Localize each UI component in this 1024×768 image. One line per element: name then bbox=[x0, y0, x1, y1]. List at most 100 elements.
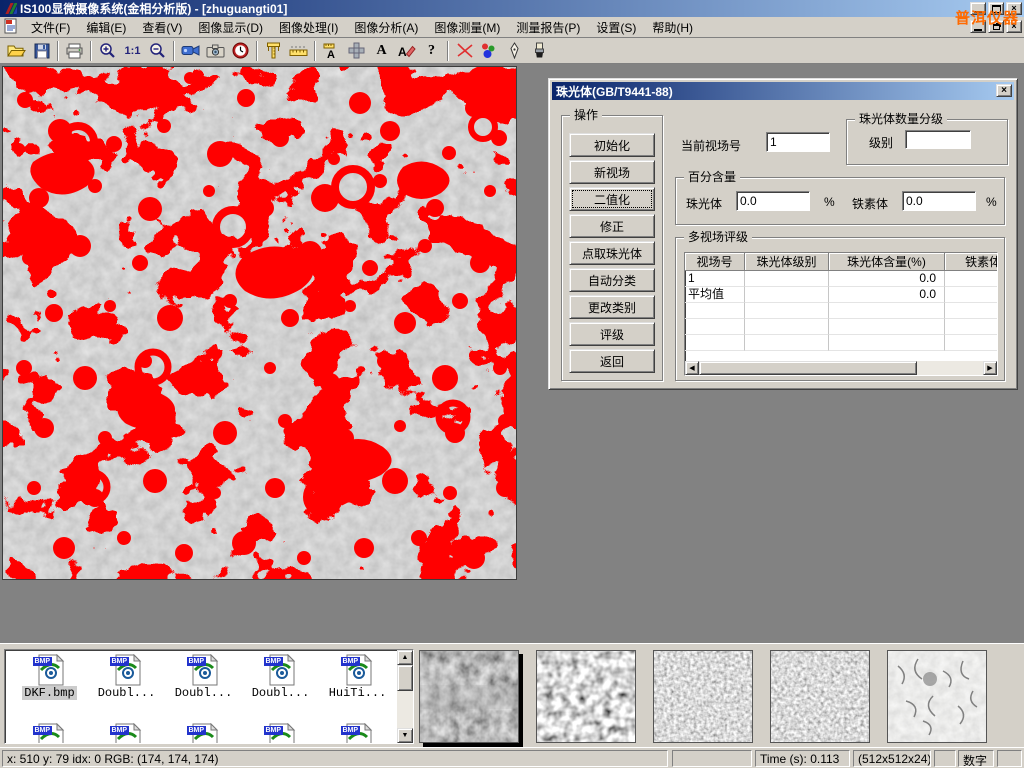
bmp-file-icon: BMP bbox=[264, 723, 298, 744]
file-name[interactable]: Doubl... bbox=[250, 686, 312, 700]
cell-field-number: 平均值 bbox=[685, 287, 745, 303]
file-item[interactable]: BMP Doubl... bbox=[88, 654, 165, 700]
bmp-file-icon: BMP bbox=[33, 654, 67, 686]
grade-button[interactable]: 评级 bbox=[569, 322, 655, 346]
scroll-down-icon[interactable]: ▼ bbox=[397, 728, 413, 743]
table-horizontal-scrollbar[interactable]: ◀ ▶ bbox=[685, 361, 997, 375]
file-item[interactable]: BMP DKF.bmp bbox=[11, 654, 88, 700]
current-field-input[interactable]: 1 bbox=[766, 132, 830, 152]
bottom-panel: BMP DKF.bmp BMP Doubl... BMP Doubl... bbox=[0, 643, 1024, 747]
file-name[interactable]: HuiTi... bbox=[327, 686, 389, 700]
binarize-button[interactable]: 二值化 bbox=[569, 187, 655, 211]
scroll-left-icon[interactable]: ◀ bbox=[685, 361, 699, 375]
dialog-close-icon[interactable]: × bbox=[996, 84, 1012, 97]
save-icon[interactable] bbox=[29, 39, 54, 62]
menu-edit[interactable]: 编辑(E) bbox=[78, 17, 134, 38]
table-row[interactable]: 1 0.0 bbox=[685, 271, 998, 287]
col-field-number[interactable]: 视场号 bbox=[685, 253, 745, 271]
menu-file[interactable]: 文件(F) bbox=[23, 17, 78, 38]
scrollbar-thumb[interactable] bbox=[397, 665, 413, 691]
file-item[interactable]: BMP bbox=[88, 723, 165, 744]
col-pearlite-grade[interactable]: 珠光体级别 bbox=[745, 253, 829, 271]
menu-image-measure[interactable]: 图像测量(M) bbox=[426, 17, 508, 38]
thumbnail-5[interactable] bbox=[887, 650, 987, 743]
annotate-icon[interactable]: A bbox=[394, 39, 419, 62]
menu-report[interactable]: 测量报告(P) bbox=[508, 17, 588, 38]
grid-icon[interactable] bbox=[344, 39, 369, 62]
help-icon[interactable]: ? bbox=[419, 39, 444, 62]
file-name[interactable]: Doubl... bbox=[173, 686, 235, 700]
file-name[interactable]: Doubl... bbox=[96, 686, 158, 700]
menu-image-analysis[interactable]: 图像分析(A) bbox=[346, 17, 426, 38]
status-mode: 数字 bbox=[958, 750, 994, 767]
bmp-file-icon: BMP bbox=[341, 654, 375, 686]
ferrite-percent-unit: % bbox=[986, 195, 997, 209]
clock-icon[interactable] bbox=[228, 39, 253, 62]
correct-button[interactable]: 修正 bbox=[569, 214, 655, 238]
dialog-title-bar[interactable]: 珠光体(GB/T9441-88) × bbox=[552, 82, 1014, 100]
file-item[interactable]: BMP bbox=[11, 723, 88, 744]
caliper-icon[interactable] bbox=[261, 39, 286, 62]
file-item[interactable]: BMP bbox=[242, 723, 319, 744]
scroll-up-icon[interactable]: ▲ bbox=[397, 650, 413, 665]
file-item[interactable]: BMP Doubl... bbox=[242, 654, 319, 700]
menu-image-display[interactable]: 图像显示(D) bbox=[190, 17, 271, 38]
col-ferrite-content[interactable]: 铁素体含量(%) bbox=[945, 253, 998, 271]
file-item[interactable]: BMP Doubl... bbox=[165, 654, 242, 700]
zoom-out-icon[interactable] bbox=[145, 39, 170, 62]
brush-icon[interactable] bbox=[527, 39, 552, 62]
initialize-button[interactable]: 初始化 bbox=[569, 133, 655, 157]
menu-settings[interactable]: 设置(S) bbox=[588, 17, 644, 38]
pick-pearlite-button[interactable]: 点取珠光体 bbox=[569, 241, 655, 265]
new-field-button[interactable]: 新视场 bbox=[569, 160, 655, 184]
text-icon[interactable]: A bbox=[369, 39, 394, 62]
curve-tool-icon[interactable] bbox=[452, 39, 477, 62]
grading-table-header: 视场号 珠光体级别 珠光体含量(%) 铁素体含量(%) bbox=[685, 253, 998, 271]
auto-classify-button[interactable]: 自动分类 bbox=[569, 268, 655, 292]
thumbnail-2[interactable] bbox=[536, 650, 636, 743]
file-browser: BMP DKF.bmp BMP Doubl... BMP Doubl... bbox=[4, 649, 414, 744]
table-row[interactable]: 平均值 0.0 bbox=[685, 287, 998, 303]
zoom-in-icon[interactable] bbox=[95, 39, 120, 62]
return-button[interactable]: 返回 bbox=[569, 349, 655, 373]
change-class-button[interactable]: 更改类别 bbox=[569, 295, 655, 319]
title-bar: IS100显微摄像系统(金相分析版) - [zhuguangti01] × bbox=[0, 0, 1024, 17]
operation-group-label: 操作 bbox=[570, 108, 602, 122]
file-item[interactable]: BMP bbox=[319, 723, 396, 744]
pearlite-percent-label: 珠光体 bbox=[686, 195, 722, 212]
phase-mark-icon[interactable] bbox=[477, 39, 502, 62]
col-pearlite-content[interactable]: 珠光体含量(%) bbox=[829, 253, 945, 271]
bmp-badge: BMP bbox=[33, 726, 53, 735]
open-icon[interactable] bbox=[4, 39, 29, 62]
file-name[interactable]: DKF.bmp bbox=[22, 686, 76, 700]
document-icon[interactable] bbox=[4, 18, 19, 37]
menu-view[interactable]: 查看(V) bbox=[134, 17, 190, 38]
ferrite-percent-input[interactable]: 0.0 bbox=[902, 191, 976, 211]
scroll-right-icon[interactable]: ▶ bbox=[983, 361, 997, 375]
svg-text:A: A bbox=[398, 45, 407, 59]
toolbar-separator bbox=[256, 41, 258, 61]
thumbnail-1[interactable] bbox=[419, 650, 519, 743]
file-browser-scrollbar[interactable]: ▲ ▼ bbox=[397, 650, 413, 743]
video-camera-icon[interactable] bbox=[178, 39, 203, 62]
ruler-icon[interactable] bbox=[286, 39, 311, 62]
bmp-badge: BMP bbox=[264, 657, 284, 666]
actual-size-icon[interactable]: 1:1 bbox=[120, 39, 145, 62]
pen-tool-icon[interactable] bbox=[502, 39, 527, 62]
menu-image-process[interactable]: 图像处理(I) bbox=[271, 17, 346, 38]
grade-level-input[interactable] bbox=[905, 130, 971, 149]
micrograph-image[interactable] bbox=[2, 66, 517, 580]
pearlite-percent-input[interactable]: 0.0 bbox=[736, 191, 810, 211]
menu-help[interactable]: 帮助(H) bbox=[644, 17, 701, 38]
camera-icon[interactable] bbox=[203, 39, 228, 62]
measure-text-icon[interactable]: A bbox=[319, 39, 344, 62]
current-field-label: 当前视场号 bbox=[681, 137, 741, 154]
file-item[interactable]: BMP bbox=[165, 723, 242, 744]
scrollbar-thumb[interactable] bbox=[699, 361, 917, 375]
thumbnail-3[interactable] bbox=[653, 650, 753, 743]
thumbnail-4[interactable] bbox=[770, 650, 870, 743]
file-item[interactable]: BMP HuiTi... bbox=[319, 654, 396, 700]
grading-group-label: 珠光体数量分级 bbox=[855, 112, 947, 126]
bmp-badge: BMP bbox=[33, 657, 53, 666]
print-icon[interactable] bbox=[62, 39, 87, 62]
